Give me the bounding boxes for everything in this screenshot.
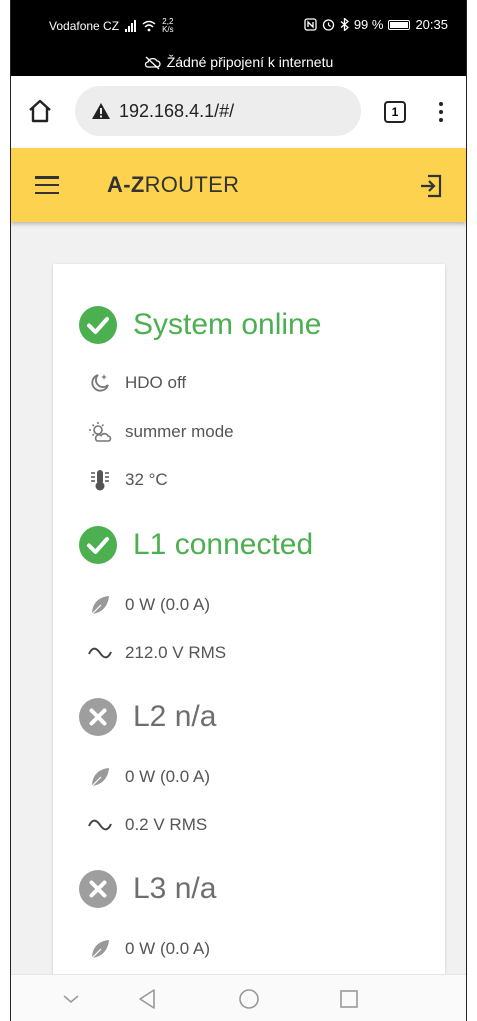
cloud-off-icon xyxy=(144,56,161,70)
status-left: Vodafone CZ 2,2 K/s xyxy=(49,18,174,34)
signal-icon xyxy=(125,20,137,32)
recents-button[interactable] xyxy=(337,987,361,1011)
check-circle-icon xyxy=(79,306,117,344)
leaf-icon xyxy=(87,936,113,962)
phase-l3-power-row: 0 W (0.0 A) xyxy=(87,936,210,962)
net-speed-unit: K/s xyxy=(162,25,174,34)
carrier-label: Vodafone CZ xyxy=(49,19,120,33)
battery-percent: 99 % xyxy=(353,17,384,32)
nfc-icon xyxy=(304,18,317,31)
back-button[interactable] xyxy=(135,987,159,1011)
phase-l2-power: 0 W (0.0 A) xyxy=(125,767,211,786)
cancel-circle-icon xyxy=(79,698,117,736)
app-title: A-ZROUTER xyxy=(107,172,239,198)
moon-star-icon xyxy=(87,370,113,396)
check-circle-icon xyxy=(79,526,117,564)
status-right: 99 % 20:35 xyxy=(304,17,448,32)
temperature-row: 32 °C xyxy=(87,467,168,493)
net-speed: 2,2 K/s xyxy=(162,18,174,34)
hide-keyboard-button[interactable] xyxy=(59,987,83,1011)
browser-toolbar: 192.168.4.1/#/ 1 xyxy=(11,76,466,148)
phase-l3-status: L3 n/a xyxy=(79,870,216,908)
battery-icon xyxy=(388,19,411,30)
cancel-circle-icon xyxy=(79,870,117,908)
sun-cloud-icon xyxy=(87,419,113,445)
browser-menu-button[interactable] xyxy=(431,96,451,128)
leaf-icon xyxy=(87,592,113,618)
logout-button[interactable] xyxy=(417,172,445,200)
phase-l2-power-row: 0 W (0.0 A) xyxy=(87,764,210,790)
logout-icon xyxy=(421,174,442,198)
phase-l1-power: 0 W (0.0 A) xyxy=(125,595,211,614)
phase-l1-voltage: 212.0 V RMS xyxy=(125,643,227,662)
phase-l1-power-row: 0 W (0.0 A) xyxy=(87,592,210,618)
warning-icon[interactable] xyxy=(91,102,111,120)
hdo-row: HDO off xyxy=(87,370,186,396)
phase-l2-status: L2 n/a xyxy=(79,698,216,736)
tab-switcher-button[interactable]: 1 xyxy=(384,101,406,123)
phone-screen: Vodafone CZ 2,2 K/s 99 % 20:35 Žádné při… xyxy=(10,0,467,1021)
hdo-text: HDO off xyxy=(125,373,187,392)
no-internet-notice: Žádné připojení k internetu xyxy=(11,54,466,70)
bluetooth-icon xyxy=(340,18,349,31)
sine-wave-icon xyxy=(87,640,113,666)
address-bar[interactable]: 192.168.4.1/#/ xyxy=(75,86,361,136)
phase-l2-voltage-row: 0.2 V RMS xyxy=(87,812,207,838)
phase-l3-power: 0 W (0.0 A) xyxy=(125,939,211,958)
phase-l1-title: L1 connected xyxy=(133,528,314,561)
brand-part2: Z xyxy=(130,172,145,197)
home-circle-icon xyxy=(239,989,259,1009)
clock: 20:35 xyxy=(415,17,448,32)
home-nav-button[interactable] xyxy=(237,987,261,1011)
status-bar: Vodafone CZ 2,2 K/s 99 % 20:35 Žádné při… xyxy=(11,0,466,76)
brand-part1: A- xyxy=(107,172,131,197)
brand-part3: ROUTER xyxy=(144,172,240,197)
phase-l3-title: L3 n/a xyxy=(133,872,217,905)
mode-row: summer mode xyxy=(87,419,234,445)
tab-count: 1 xyxy=(391,105,399,119)
thermometer-icon xyxy=(87,467,113,493)
alarm-icon xyxy=(322,19,334,31)
phase-l1-status: L1 connected xyxy=(79,526,313,564)
no-internet-text: Žádné připojení k internetu xyxy=(166,54,334,70)
back-triangle-icon xyxy=(139,989,155,1009)
sine-wave-icon xyxy=(87,812,113,838)
phase-l2-voltage: 0.2 V RMS xyxy=(125,815,208,834)
home-button[interactable] xyxy=(25,96,55,126)
wifi-icon xyxy=(142,20,156,32)
phase-l1-voltage-row: 212.0 V RMS xyxy=(87,640,226,666)
chevron-down-icon xyxy=(63,995,79,1004)
url-text: 192.168.4.1/#/ xyxy=(119,100,235,121)
status-card: System online HDO off summer mode 32 °C … xyxy=(53,264,445,984)
phase-l2-title: L2 n/a xyxy=(133,700,217,733)
hamburger-menu-icon[interactable] xyxy=(35,176,59,194)
system-nav-bar xyxy=(11,974,466,1021)
leaf-icon xyxy=(87,764,113,790)
system-status-title: System online xyxy=(133,308,322,341)
app-header: A-ZROUTER xyxy=(11,148,466,222)
recents-square-icon xyxy=(340,990,358,1008)
mode-text: summer mode xyxy=(125,422,234,441)
home-icon xyxy=(29,99,51,123)
temperature-text: 32 °C xyxy=(125,470,168,489)
system-status: System online xyxy=(79,306,321,344)
